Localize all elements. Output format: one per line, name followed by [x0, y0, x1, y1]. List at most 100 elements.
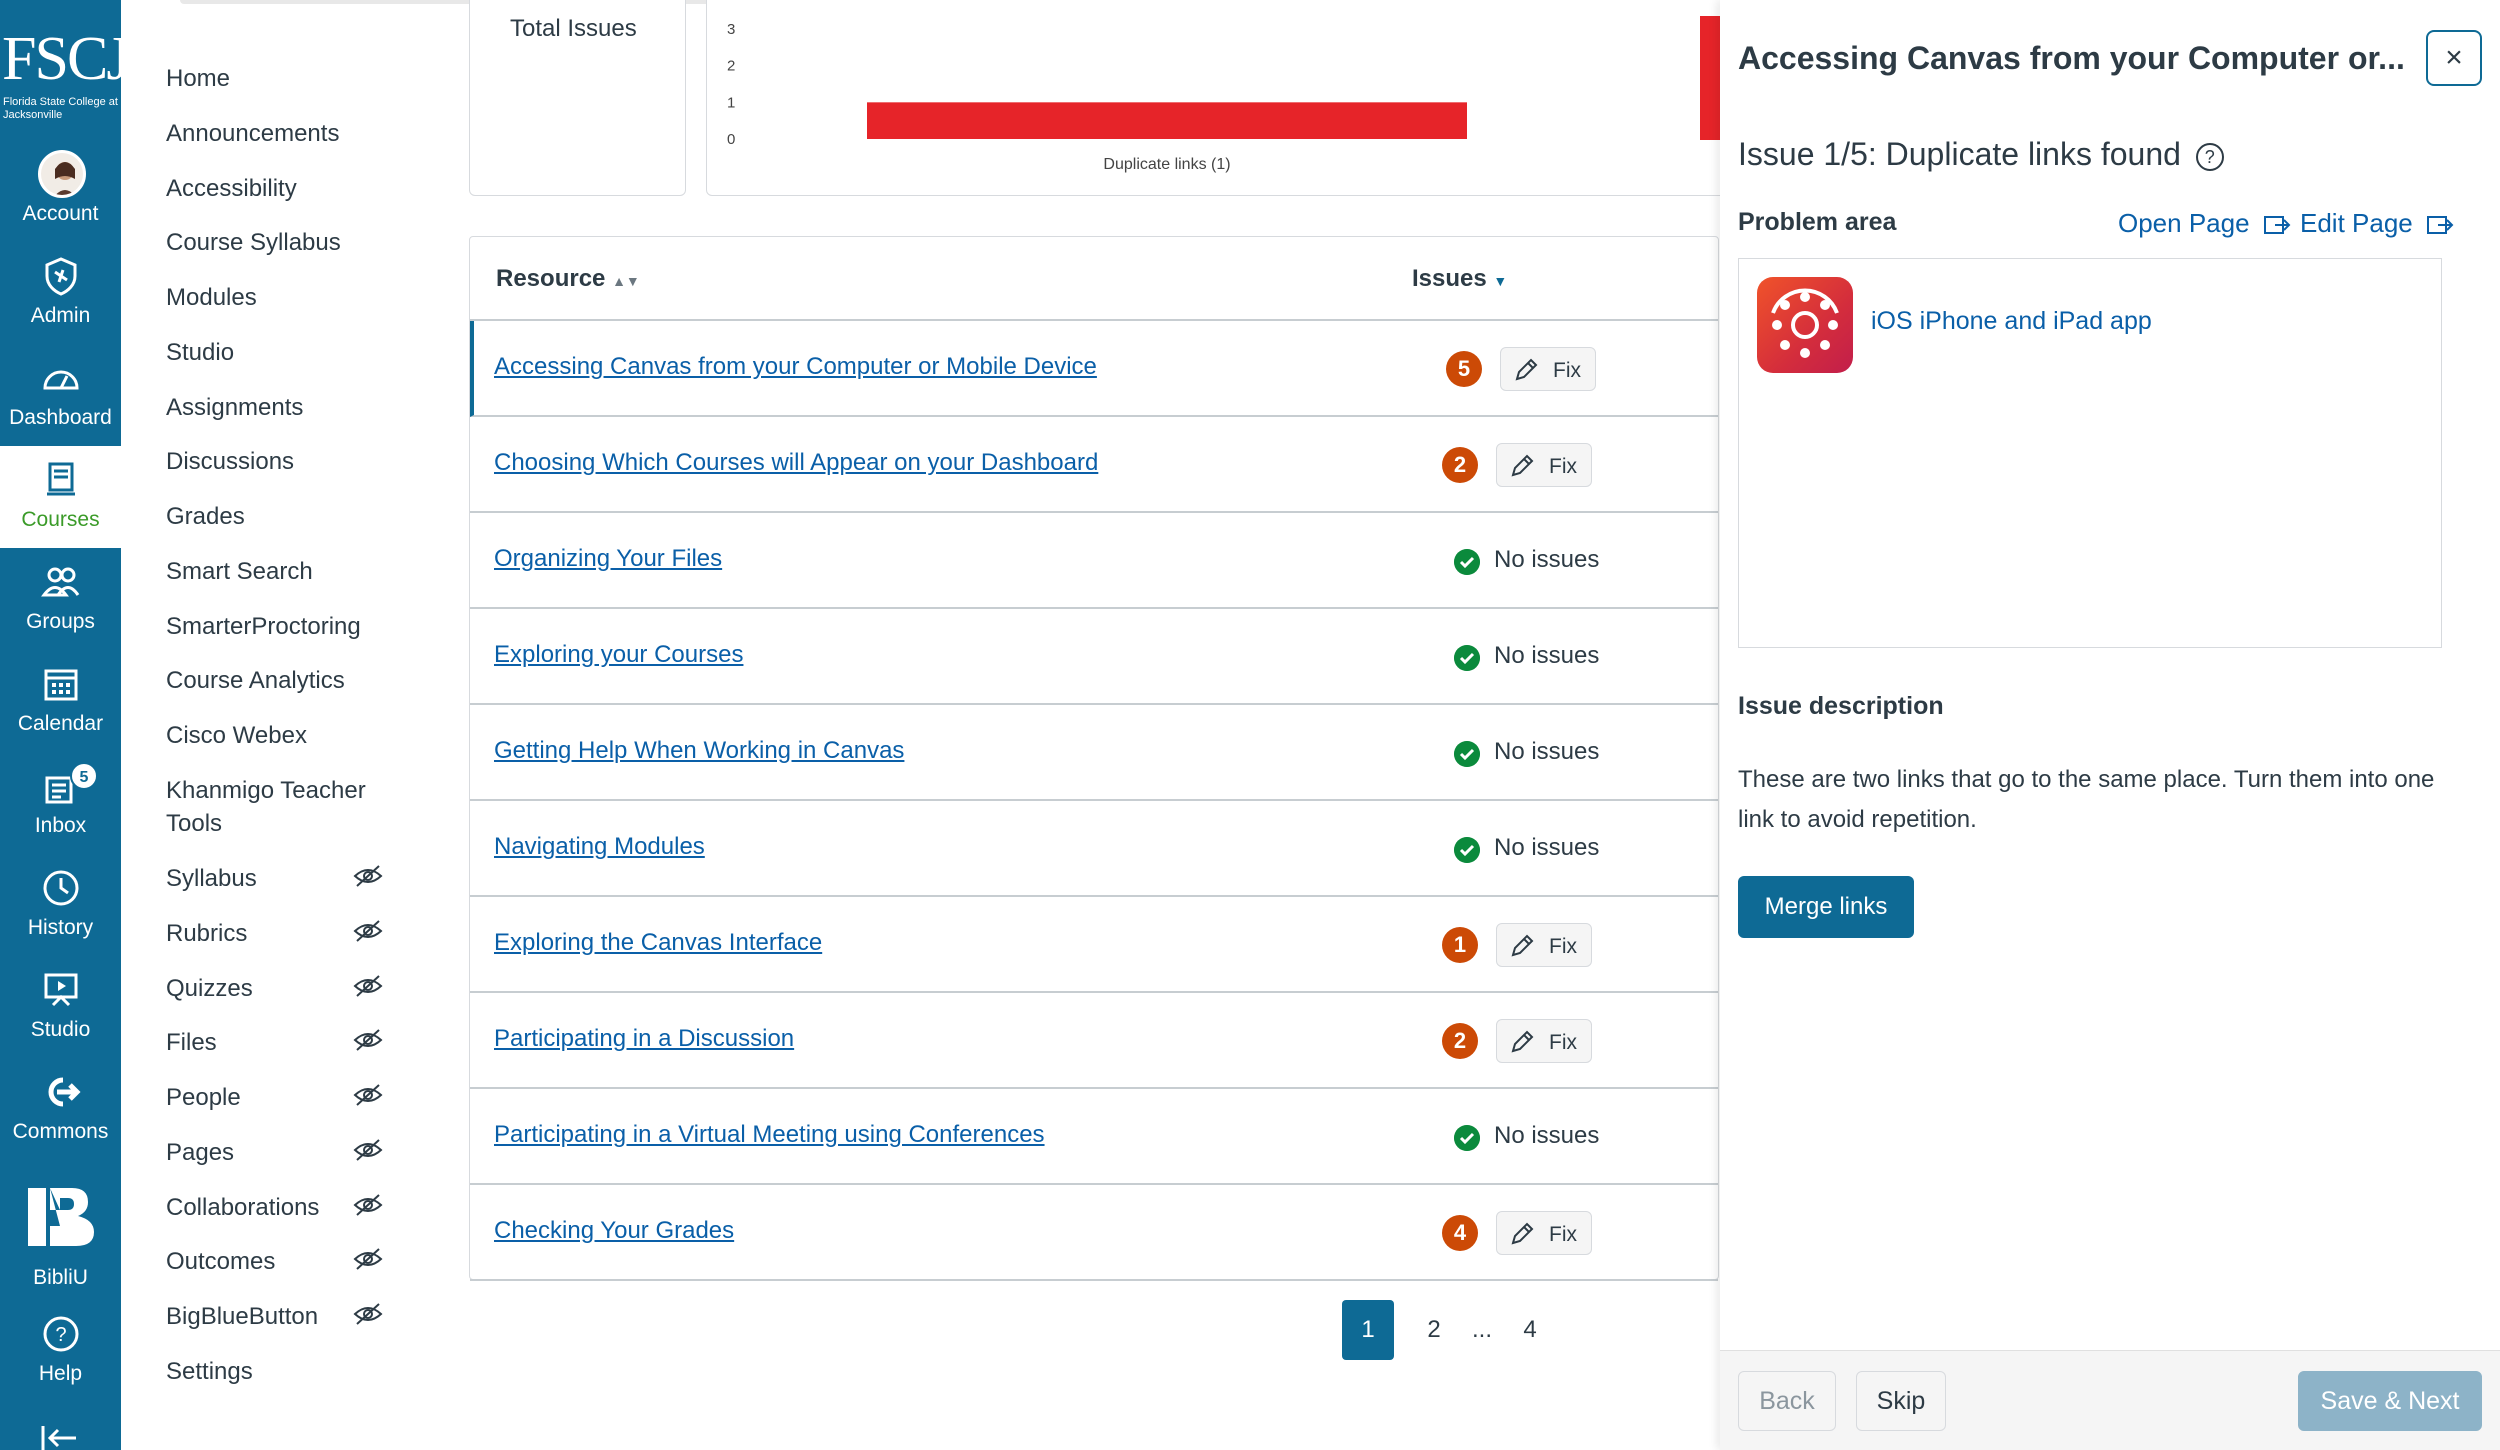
issues-column-header[interactable]: Issues ▼ [1412, 265, 1507, 293]
clock-icon [43, 870, 79, 906]
resource-link[interactable]: Getting Help When Working in Canvas [494, 737, 904, 765]
course-nav-studio[interactable]: Studio [166, 336, 234, 369]
resource-link[interactable]: Choosing Which Courses will Appear on yo… [494, 449, 1098, 477]
course-nav-accessibility[interactable]: Accessibility [166, 172, 297, 205]
issue-heading-text: Issue 1/5: Duplicate links found [1738, 136, 2181, 172]
fix-button[interactable]: Fix [1496, 923, 1592, 967]
course-nav-collaborations[interactable]: Collaborations [166, 1191, 319, 1224]
resource-link[interactable]: Organizing Your Files [494, 545, 722, 573]
global-nav-courses[interactable]: Courses [0, 446, 121, 548]
fix-button[interactable]: Fix [1500, 347, 1596, 391]
issue-count-badge: 4 [1442, 1215, 1478, 1251]
course-nav-files[interactable]: Files [166, 1026, 217, 1059]
page-button-2[interactable]: 2 [1408, 1300, 1460, 1360]
page-ellipsis: ... [1471, 1316, 1492, 1343]
global-nav-label: Inbox [34, 814, 87, 837]
global-nav-label: Studio [30, 1018, 91, 1041]
course-nav-announcements[interactable]: Announcements [166, 117, 339, 150]
issues-bar-chart: 3 2 1 0 Duplicate links (1) [727, 21, 1467, 173]
global-nav-calendar[interactable]: Calendar [0, 650, 121, 752]
table-row[interactable]: Accessing Canvas from your Computer or M… [470, 321, 1718, 417]
table-row[interactable]: Participating in a Virtual Meeting using… [470, 1089, 1718, 1185]
help-question-icon[interactable]: ? [2195, 142, 2224, 171]
course-nav-people[interactable]: People [166, 1081, 241, 1114]
resource-link[interactable]: Checking Your Grades [494, 1217, 734, 1245]
course-nav-syllabus[interactable]: Syllabus [166, 862, 257, 895]
issue-count-badge: 2 [1442, 1023, 1478, 1059]
course-nav-quizzes[interactable]: Quizzes [166, 972, 253, 1005]
check-circle-icon [1454, 549, 1480, 575]
course-nav-course-syllabus[interactable]: Course Syllabus [166, 226, 341, 259]
global-nav-label: Courses [21, 508, 100, 531]
course-nav-pages[interactable]: Pages [166, 1136, 234, 1169]
table-row[interactable]: Checking Your Grades 4 Fix [470, 1185, 1718, 1281]
page-button-4[interactable]: 4 [1504, 1300, 1556, 1360]
global-nav-dashboard[interactable]: Dashboard [0, 344, 121, 446]
course-nav-cisco-webex[interactable]: Cisco Webex [166, 719, 307, 752]
resource-link[interactable]: Exploring the Canvas Interface [494, 929, 822, 957]
problem-area-preview: iOS iPhone and iPad app [1738, 258, 2442, 648]
course-nav-khanmigo[interactable]: Khanmigo Teacher Tools [166, 774, 396, 840]
course-nav-outcomes[interactable]: Outcomes [166, 1245, 275, 1278]
issue-count-badge: 1 [1442, 927, 1478, 963]
fix-label: Fix [1549, 1223, 1577, 1246]
global-nav-inbox[interactable]: 5 Inbox [0, 752, 121, 854]
open-page-link[interactable]: Open Page [2118, 208, 2291, 239]
close-button[interactable]: × [2426, 30, 2482, 86]
fix-button[interactable]: Fix [1496, 1019, 1592, 1063]
edit-page-label: Edit Page [2300, 208, 2413, 238]
course-nav-rubrics[interactable]: Rubrics [166, 917, 247, 950]
global-nav-history[interactable]: History [0, 854, 121, 956]
global-nav-bibliu[interactable]: BibliU [0, 1170, 121, 1300]
chart-overflow-bar [1700, 16, 1720, 140]
hidden-eye-icon [353, 1303, 383, 1325]
table-row[interactable]: Participating in a Discussion 2 Fix [470, 993, 1718, 1089]
course-nav-assignments[interactable]: Assignments [166, 391, 303, 424]
global-nav-help[interactable]: ? Help [0, 1300, 121, 1402]
global-nav-commons[interactable]: Commons [0, 1058, 121, 1160]
course-nav-home[interactable]: Home [166, 62, 230, 95]
course-nav-course-analytics[interactable]: Course Analytics [166, 664, 345, 697]
resource-link[interactable]: Exploring your Courses [494, 641, 743, 669]
table-row[interactable]: Navigating Modules No issues [470, 801, 1718, 897]
table-row[interactable]: Getting Help When Working in Canvas No i… [470, 705, 1718, 801]
no-issues-label: No issues [1494, 642, 1600, 669]
global-nav-admin[interactable]: Admin [0, 242, 121, 344]
edit-page-link[interactable]: Edit Page [2300, 208, 2454, 239]
course-nav-smarterproctoring[interactable]: SmarterProctoring [166, 610, 361, 643]
back-button[interactable]: Back [1738, 1371, 1836, 1431]
course-nav-bigbluebutton[interactable]: BigBlueButton [166, 1300, 318, 1333]
collapse-nav-icon[interactable] [40, 1424, 80, 1450]
course-nav-modules[interactable]: Modules [166, 281, 257, 314]
logo-subtext: Florida State College at Jacksonville [3, 96, 118, 121]
global-navigation: FSCJ Florida State College at Jacksonvil… [0, 0, 130, 1450]
global-nav-account[interactable]: Account [0, 140, 121, 242]
course-nav-grades[interactable]: Grades [166, 500, 245, 533]
resource-link[interactable]: Participating in a Discussion [494, 1025, 794, 1053]
table-row[interactable]: Choosing Which Courses will Appear on yo… [470, 417, 1718, 513]
hidden-eye-icon [353, 1139, 383, 1161]
merge-links-button[interactable]: Merge links [1738, 876, 1914, 938]
table-row[interactable]: Exploring your Courses No issues [470, 609, 1718, 705]
table-row[interactable]: Exploring the Canvas Interface 1 Fix [470, 897, 1718, 993]
global-nav-groups[interactable]: Groups [0, 548, 121, 650]
course-nav-settings[interactable]: Settings [166, 1355, 253, 1388]
resource-link[interactable]: Navigating Modules [494, 833, 705, 861]
page-button-1[interactable]: 1 [1342, 1300, 1394, 1360]
y-tick-label: 2 [727, 58, 735, 75]
resource-link[interactable]: Participating in a Virtual Meeting using… [494, 1121, 1045, 1149]
course-nav-discussions[interactable]: Discussions [166, 445, 294, 478]
resource-link[interactable]: Accessing Canvas from your Computer or M… [494, 353, 1097, 381]
college-logo[interactable]: FSCJ Florida State College at Jacksonvil… [0, 20, 130, 130]
save-next-button[interactable]: Save & Next [2298, 1371, 2482, 1431]
fix-button[interactable]: Fix [1496, 1211, 1592, 1255]
global-nav-studio[interactable]: Studio [0, 956, 121, 1058]
skip-button[interactable]: Skip [1856, 1371, 1946, 1431]
ios-app-link[interactable]: iOS iPhone and iPad app [1871, 307, 2152, 336]
issues-chart-card: 3 2 1 0 Duplicate links (1) [706, 0, 1726, 196]
panel-footer: Back Skip Save & Next [1720, 1350, 2500, 1450]
fix-button[interactable]: Fix [1496, 443, 1592, 487]
table-row[interactable]: Organizing Your Files No issues [470, 513, 1718, 609]
resource-column-header[interactable]: Resource ▲▼ [496, 265, 640, 293]
course-nav-smart-search[interactable]: Smart Search [166, 555, 313, 588]
